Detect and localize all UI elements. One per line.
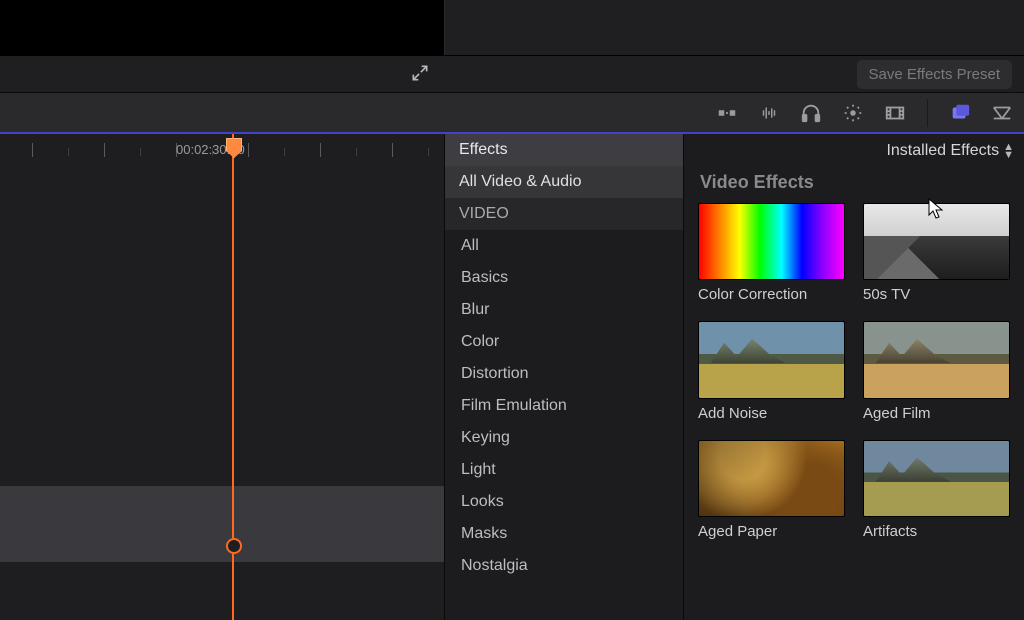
effect-label: Artifacts <box>863 523 1010 540</box>
transitions-browser-icon[interactable] <box>990 101 1014 125</box>
effect-label: Aged Film <box>863 405 1010 422</box>
effect-thumbnail[interactable] <box>698 321 845 398</box>
effects-browser: Installed Effects ▲▼ Video Effects Color… <box>683 134 1024 620</box>
effect-label: Color Correction <box>698 286 845 303</box>
effects-category-item[interactable]: Color <box>445 326 683 358</box>
effects-category-item[interactable]: Distortion <box>445 358 683 390</box>
effect-card[interactable]: Artifacts <box>863 440 1010 540</box>
playhead-knob-icon[interactable] <box>226 538 242 554</box>
split-clips-icon[interactable] <box>715 101 739 125</box>
effects-category-item[interactable]: Blur <box>445 294 683 326</box>
effects-grid: Color Correction 50s TV Add Noise Aged Film… <box>698 203 1010 540</box>
audio-track[interactable] <box>0 486 444 562</box>
effect-card[interactable]: Add Noise <box>698 321 845 421</box>
timeline-ruler[interactable]: 00:02:30:00 <box>0 134 444 169</box>
audio-waveform-icon[interactable] <box>757 101 781 125</box>
headphones-icon[interactable] <box>799 101 823 125</box>
timeline-toolbar <box>0 92 1024 132</box>
effect-thumbnail[interactable] <box>698 203 845 280</box>
save-effects-preset-button[interactable]: Save Effects Preset <box>857 60 1012 89</box>
effects-category-item[interactable]: Keying <box>445 422 683 454</box>
inspector-header-area <box>445 0 1024 55</box>
effect-card[interactable]: Aged Paper <box>698 440 845 540</box>
effects-section-title: Video Effects <box>700 172 1010 193</box>
playhead[interactable] <box>232 134 234 620</box>
effects-category-list: Effects All Video & Audio VIDEO AllBasic… <box>444 134 683 620</box>
effects-sort-label: Installed Effects <box>886 142 999 160</box>
chevron-updown-icon: ▲▼ <box>1003 143 1014 159</box>
effects-category-item[interactable]: Film Emulation <box>445 390 683 422</box>
effect-card[interactable]: Aged Film <box>863 321 1010 421</box>
effect-thumbnail[interactable] <box>863 321 1010 398</box>
viewer-monitor <box>0 0 445 55</box>
effects-category-item[interactable]: Light <box>445 454 683 486</box>
viewer-row <box>0 0 1024 56</box>
effects-category-all-av[interactable]: All Video & Audio <box>445 166 683 198</box>
expand-viewer-icon[interactable] <box>410 63 430 86</box>
effect-label: 50s TV <box>863 286 1010 303</box>
effects-header[interactable]: Effects <box>445 134 683 166</box>
effects-category-item[interactable]: All <box>445 230 683 262</box>
effects-category-item[interactable]: Nostalgia <box>445 550 683 582</box>
effect-thumbnail[interactable] <box>698 440 845 517</box>
filmstrip-icon[interactable] <box>883 101 907 125</box>
viewer-controls-row: Save Effects Preset <box>0 56 1024 92</box>
effect-label: Add Noise <box>698 405 845 422</box>
effects-category-item[interactable]: Looks <box>445 486 683 518</box>
effects-browser-icon[interactable] <box>948 101 972 125</box>
effects-category-item[interactable]: Masks <box>445 518 683 550</box>
effects-group-video: VIDEO <box>445 198 683 230</box>
effects-category-item[interactable]: Basics <box>445 262 683 294</box>
effect-thumbnail[interactable] <box>863 440 1010 517</box>
effects-sort-dropdown[interactable]: Installed Effects ▲▼ <box>684 134 1024 168</box>
effect-thumbnail[interactable] <box>863 203 1010 280</box>
timeline-tracks[interactable] <box>0 168 444 620</box>
effect-label: Aged Paper <box>698 523 845 540</box>
effect-card[interactable]: 50s TV <box>863 203 1010 303</box>
effect-card[interactable]: Color Correction <box>698 203 845 303</box>
brightness-icon[interactable] <box>841 101 865 125</box>
timeline[interactable]: 00:02:30:00 <box>0 134 444 620</box>
